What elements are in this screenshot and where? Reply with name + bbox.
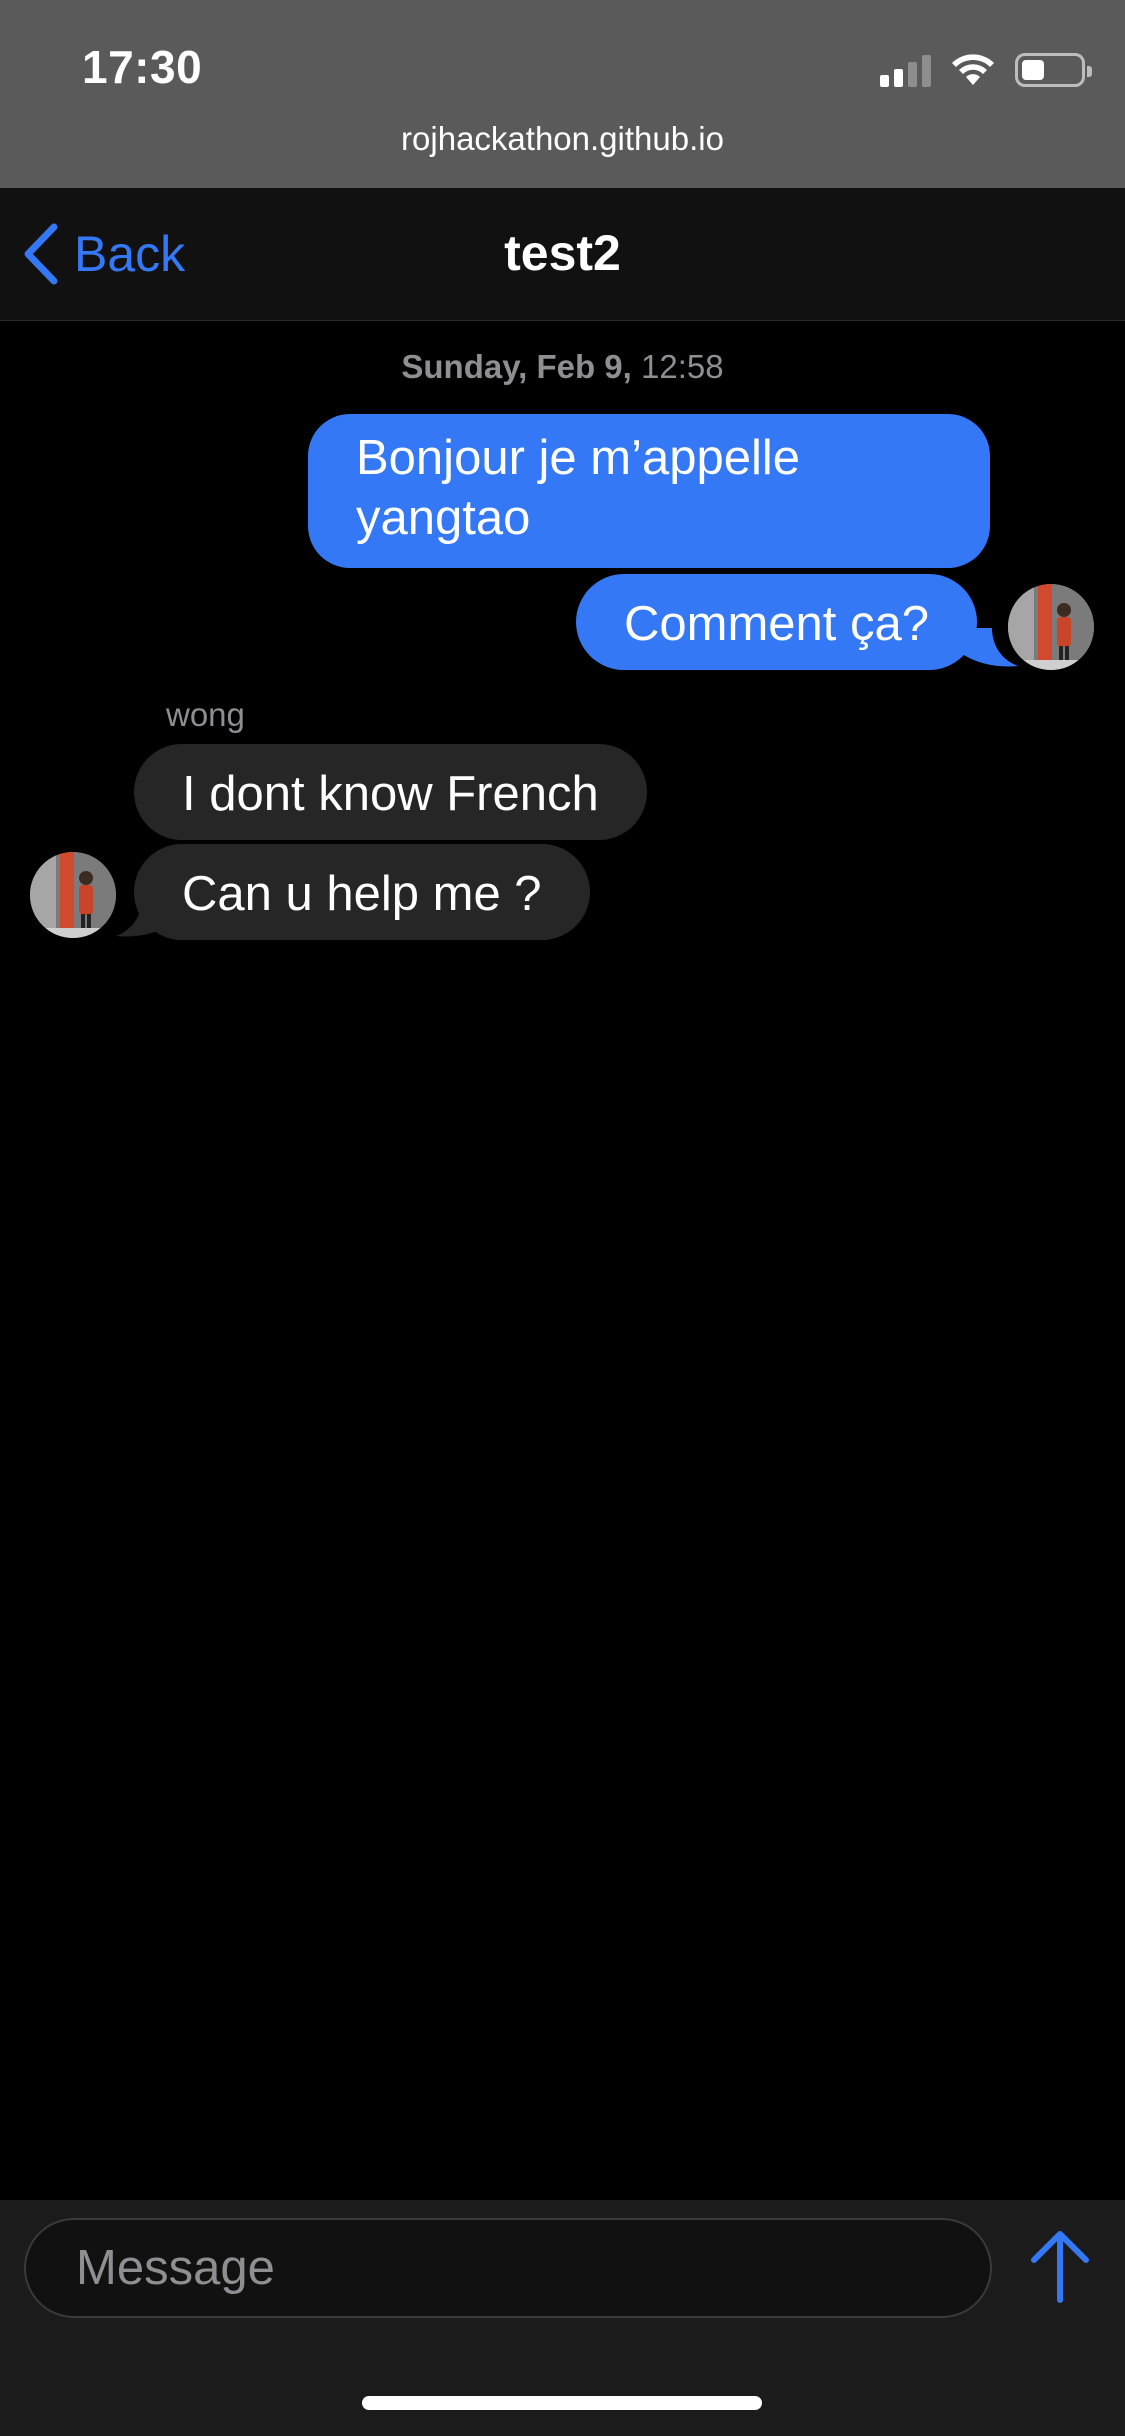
home-indicator [362, 2396, 762, 2410]
nav-bar: Back test2 [0, 188, 1125, 321]
screen: 17:30 rojhackathon.github.io Back test2 … [0, 0, 1125, 2436]
bubble-tail [116, 898, 172, 937]
date-day: Sunday, Feb 9, [401, 348, 632, 385]
browser-chrome: 17:30 rojhackathon.github.io [0, 0, 1125, 188]
outgoing-message[interactable]: Comment ça? [576, 574, 978, 670]
conversation: Sunday, Feb 9, 12:58 Bonjour je m’appell… [0, 322, 1125, 2200]
status-icons [880, 50, 1092, 90]
message-text: Bonjour je m’appelle yangtao [356, 431, 800, 545]
signal-icon [880, 53, 931, 87]
date-stamp: Sunday, Feb 9, 12:58 [0, 348, 1125, 386]
battery-icon [1015, 53, 1092, 87]
incoming-message[interactable]: I dont know French [134, 744, 647, 840]
avatar[interactable] [30, 852, 116, 938]
url-bar[interactable]: rojhackathon.github.io [0, 120, 1125, 158]
status-time: 17:30 [82, 41, 203, 93]
page-title: test2 [504, 225, 621, 281]
message-input[interactable] [24, 2218, 992, 2318]
sender-name: wong [166, 696, 245, 733]
send-arrow-icon [1031, 2231, 1089, 2303]
message-text: Can u help me ? [182, 867, 542, 921]
avatar[interactable] [1008, 584, 1094, 670]
incoming-message[interactable]: Can u help me ? [134, 844, 590, 940]
message-text: Comment ça? [624, 597, 930, 651]
message-text: I dont know French [182, 767, 599, 821]
wifi-icon [952, 54, 994, 85]
outgoing-message[interactable]: Bonjour je m’appelle yangtao [308, 414, 990, 568]
date-time: 12:58 [641, 348, 724, 385]
send-button[interactable] [1024, 2226, 1096, 2306]
